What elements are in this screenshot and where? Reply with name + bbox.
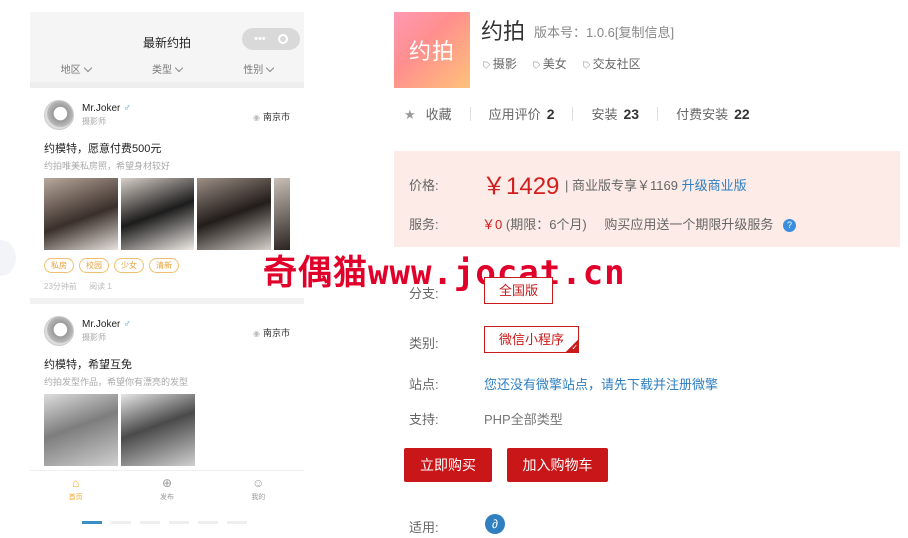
business-price: | 商业版专享￥1169 升级商业版 (565, 178, 747, 193)
close-ring-icon (277, 34, 288, 44)
divider (469, 106, 471, 121)
category-tag[interactable]: 交友社区 (581, 55, 641, 72)
buy-now-button[interactable]: 立即购买 (404, 448, 492, 482)
preview-post-2: Mr.Joker♂ 摄影师 南京市 约模特，希望互免 约拍发型作品，希望你有漂亮… (30, 304, 304, 472)
avatar (44, 316, 74, 346)
home-icon: ⌂ (72, 475, 80, 490)
post-subtitle: 约拍发型作品，希望你有漂亮的发型 (44, 377, 189, 387)
category-label: 类别: (409, 336, 439, 351)
service-note: 购买应用送一个期限升级服务 (604, 217, 774, 232)
post-title: 约模特，希望互免 (44, 359, 132, 371)
divider (657, 106, 659, 121)
post-reads: 阅读 1 (89, 282, 112, 291)
miniprogram-icon: ∂ (485, 514, 505, 534)
support-label: 支持: (409, 412, 439, 427)
author-role: 摄影师 (82, 333, 106, 342)
post-photo (121, 394, 195, 466)
pager-dot[interactable] (227, 521, 247, 524)
divider (572, 106, 574, 121)
post-tag: 私房 (44, 258, 74, 273)
post-meta: 23分钟前 阅读 1 (44, 281, 290, 292)
pager-dot[interactable] (140, 521, 160, 524)
app-logo: 约拍 (394, 12, 470, 88)
male-icon: ♂ (123, 319, 131, 330)
post-author: Mr.Joker ♂ 摄影师 (82, 103, 131, 127)
tab-publish: ⊕ 发布 (159, 475, 174, 501)
service-info: ￥0 (期限：6个月) 购买应用送一个期限升级服务 ? (482, 214, 797, 233)
app-version[interactable]: 版本号：1.0.6[复制信息] (534, 22, 674, 41)
post-photo (197, 178, 272, 250)
site-register-link[interactable]: 您还没有微擎站点，请先下载并注册微擎 (484, 374, 718, 393)
favorite-button[interactable]: ★ 收藏 (404, 104, 452, 123)
category-option-wechat-miniprogram[interactable]: 微信小程序 (484, 326, 580, 353)
service-period: (期限：6个月) (505, 217, 587, 232)
rating-stat[interactable]: 应用评价 2 (489, 104, 555, 123)
post-location: 南京市 (253, 326, 290, 339)
post-time: 23分钟前 (44, 282, 77, 291)
plus-circle-icon: ⊕ (161, 475, 173, 490)
post-photo (274, 178, 290, 250)
service-label: 服务: (409, 217, 439, 232)
post-photo (44, 394, 118, 466)
post-tag: 清新 (149, 258, 179, 273)
author-role: 摄影师 (82, 117, 106, 126)
post-tag: 少女 (114, 258, 144, 273)
post-photos (44, 178, 290, 250)
branch-label: 分支: (409, 286, 439, 301)
pager-dot[interactable] (169, 521, 189, 524)
star-icon: ★ (404, 107, 416, 122)
filter-gender: 性别 (243, 61, 273, 76)
post-subtitle: 约拍唯美私房照，希望身材较好 (44, 161, 171, 171)
support-value: PHP全部类型 (484, 412, 563, 427)
post-title: 约模特，愿意付费500元 (44, 143, 162, 155)
branch-option-national[interactable]: 全国版 (484, 277, 554, 304)
post-photo (120, 178, 195, 250)
category-tag[interactable]: 美女 (531, 55, 567, 72)
avatar (44, 100, 74, 130)
miniprogram-capsule: ••• (242, 28, 300, 50)
post-photos (44, 394, 290, 466)
preview-filter-bar: 地区 类型 性别 (30, 61, 304, 76)
author-name: Mr.Joker ♂ (82, 103, 131, 114)
installs-stat: 安装 23 (591, 106, 640, 122)
pager-dot[interactable] (111, 521, 131, 524)
service-price: ￥0 (482, 217, 503, 232)
more-dots-icon: ••• (254, 33, 266, 45)
pager-dot[interactable] (198, 521, 218, 524)
tab-mine: ☺ 我的 (251, 475, 266, 501)
filter-type: 类型 (152, 61, 182, 76)
site-label: 站点: (409, 377, 439, 392)
post-author: Mr.Joker ♂ 摄影师 (82, 319, 131, 343)
app-title: 约拍 (481, 19, 526, 44)
price-label: 价格: (409, 178, 439, 193)
upgrade-business-link[interactable]: 升级商业版 (682, 178, 747, 193)
paid-installs-stat: 付费安装 22 (676, 106, 750, 122)
author-name: Mr.Joker ♂ (82, 319, 131, 330)
post-location: 南京市 (253, 110, 290, 123)
help-icon[interactable]: ? (783, 219, 797, 232)
filter-region: 地区 (61, 61, 91, 76)
post-tags: 私房 校园 少女 清新 (44, 258, 290, 273)
carousel-pager (82, 521, 247, 524)
app-categories: 摄影 美女 交友社区 (481, 55, 641, 72)
tab-home: ⌂ 首页 (68, 475, 83, 501)
app-preview-screenshot: 最新约拍 ••• 地区 类型 性别 Mr.Joker♂ 摄影师 南京市 约模特，… (30, 12, 304, 472)
app-stats: ★ 收藏 应用评价 2 安装 23 付费安装 22 (404, 104, 750, 123)
carousel-prev-arrow[interactable] (0, 240, 16, 276)
add-to-cart-button[interactable]: 加入购物车 (507, 448, 608, 482)
post-tag: 校园 (79, 258, 109, 273)
applicable-label: 适用: (409, 520, 439, 535)
page-root: 最新约拍 ••• 地区 类型 性别 Mr.Joker♂ 摄影师 南京市 约模特，… (0, 0, 908, 538)
male-icon: ♂ (123, 103, 131, 114)
pager-dot[interactable] (82, 521, 102, 524)
category-tag[interactable]: 摄影 (481, 55, 517, 72)
preview-tabbar: ⌂ 首页 ⊕ 发布 ☺ 我的 (30, 470, 304, 506)
price-value: ￥1429 (482, 173, 560, 200)
preview-navbar: 最新约拍 ••• 地区 类型 性别 (30, 12, 304, 82)
watermark: 奇偶猫www.jocat.cn (263, 253, 626, 293)
post-photo (44, 178, 118, 250)
user-icon: ☺ (252, 475, 265, 490)
